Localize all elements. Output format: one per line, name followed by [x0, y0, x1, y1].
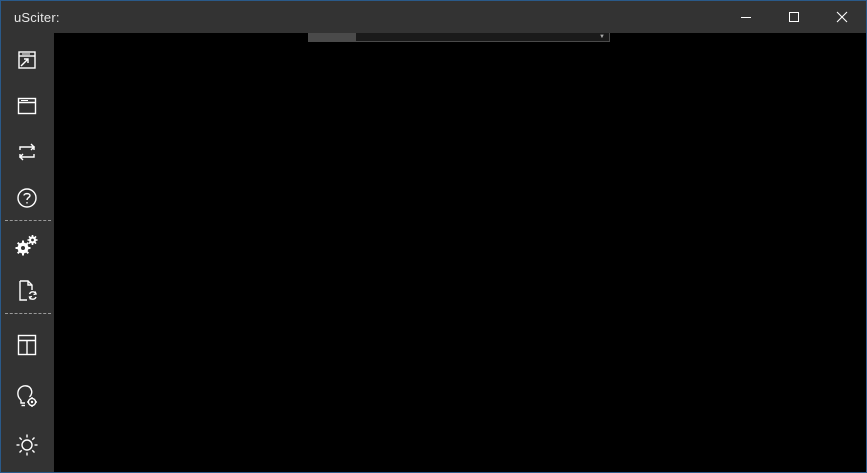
maximize-button[interactable]: [770, 1, 818, 33]
app-window: uSciter: ▼: [0, 0, 867, 473]
layout-grid-icon: [17, 334, 37, 356]
close-icon: [836, 11, 848, 23]
sidebar-help-button[interactable]: [1, 175, 53, 221]
sidebar-separator: [5, 220, 51, 221]
sidebar-refresh-button[interactable]: [1, 129, 53, 175]
sidebar: [1, 33, 53, 472]
sidebar-settings-button[interactable]: [1, 222, 53, 268]
sidebar-open-window-button[interactable]: [1, 37, 53, 83]
maximize-icon: [789, 12, 799, 22]
minimize-button[interactable]: [722, 1, 770, 33]
window-controls: [722, 1, 866, 33]
sidebar-layout-button[interactable]: [1, 322, 53, 368]
brightness-icon: [16, 434, 38, 456]
bulb-settings-icon: [17, 385, 37, 407]
open-window-icon: [18, 51, 36, 69]
window-icon: [17, 97, 37, 115]
sidebar-brightness-button[interactable]: [1, 422, 53, 468]
minimize-icon: [741, 17, 751, 18]
title-bar[interactable]: uSciter:: [1, 1, 866, 33]
chevron-down-icon[interactable]: ▼: [597, 33, 607, 41]
refresh-icon: [19, 143, 35, 161]
dropdown-tab[interactable]: [309, 33, 356, 41]
window-title: uSciter:: [14, 9, 60, 25]
document-refresh-icon: [19, 280, 37, 301]
close-button[interactable]: [818, 1, 866, 33]
sidebar-bulb-settings-button[interactable]: [1, 373, 53, 419]
sidebar-separator: [5, 313, 51, 314]
sidebar-document-refresh-button[interactable]: [1, 268, 53, 314]
settings-gears-icon: [15, 235, 38, 256]
main-content-area[interactable]: ▼: [54, 33, 866, 472]
help-icon: [17, 188, 37, 208]
top-dropdown[interactable]: ▼: [308, 33, 610, 42]
sidebar-window-button[interactable]: [1, 83, 53, 129]
